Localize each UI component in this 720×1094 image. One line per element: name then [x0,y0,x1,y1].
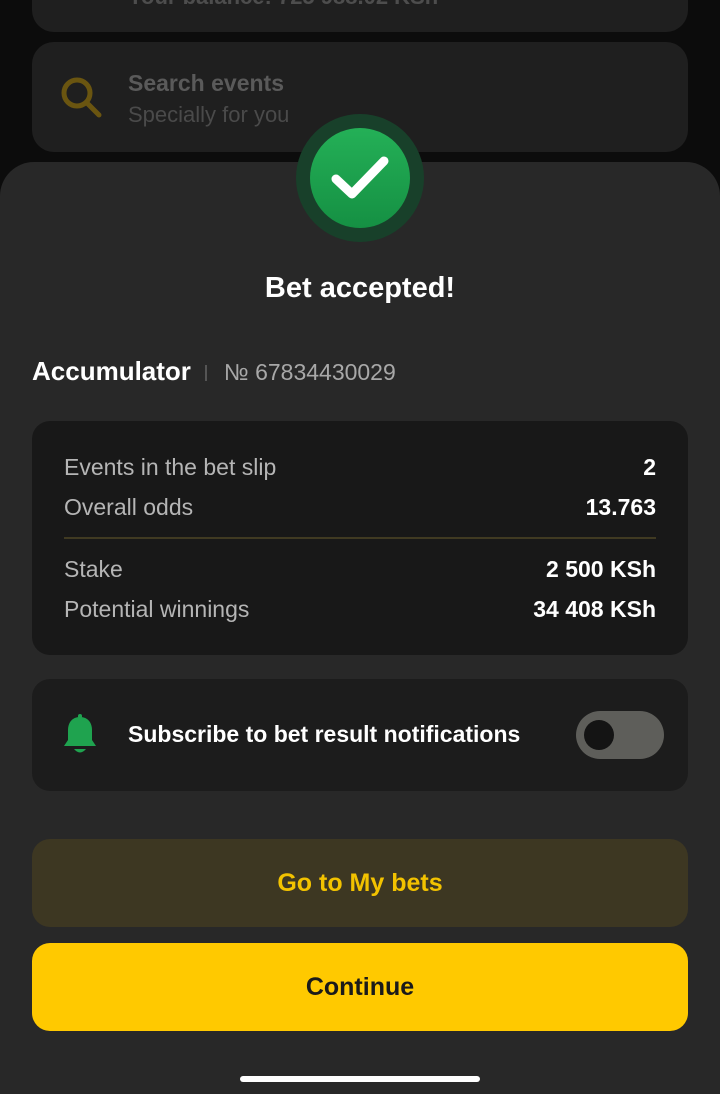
detail-value: 34 408 KSh [533,596,656,622]
detail-label: Stake [64,556,123,582]
detail-value: 2 500 KSh [546,556,656,582]
bet-accepted-title: Bet accepted! [264,272,456,304]
detail-row-stake: Stake 2 500 KSh [64,556,656,586]
search-title: Search events [128,70,284,96]
detail-row-odds: Overall odds 13.763 [64,494,656,524]
bet-header-divider [205,365,207,381]
continue-button[interactable]: Continue [32,943,688,1031]
detail-row-winnings: Potential winnings 34 408 KSh [64,596,656,626]
bet-type-label: Accumulator [32,356,191,386]
detail-label: Potential winnings [64,596,250,622]
bell-icon [64,714,96,753]
detail-label: Events in the bet slip [64,454,277,480]
bet-details-card: Events in the bet slip 2 Overall odds 13… [32,421,688,655]
search-icon [61,77,102,118]
notification-toggle[interactable] [576,711,664,759]
detail-row-events: Events in the bet slip 2 [64,454,656,484]
detail-value: 13.763 [585,494,656,520]
notification-label: Subscribe to bet result notifications [128,721,521,747]
balance-card: Your balance: 725 988.02 KSh [32,0,688,32]
detail-label: Overall odds [64,494,194,520]
notification-subscribe-row: Subscribe to bet result notifications [32,679,688,791]
success-badge [310,128,410,228]
checkmark-icon [331,156,389,199]
go-to-my-bets-button[interactable]: Go to My bets [32,839,688,927]
details-divider [64,537,656,539]
bet-number: № 67834430029 [224,359,396,385]
detail-value: 2 [643,454,656,480]
search-subtitle: Specially for you [128,102,290,127]
balance-text: Your balance: 725 988.02 KSh [128,0,438,10]
toggle-knob [584,720,614,750]
home-indicator[interactable] [240,1076,480,1082]
